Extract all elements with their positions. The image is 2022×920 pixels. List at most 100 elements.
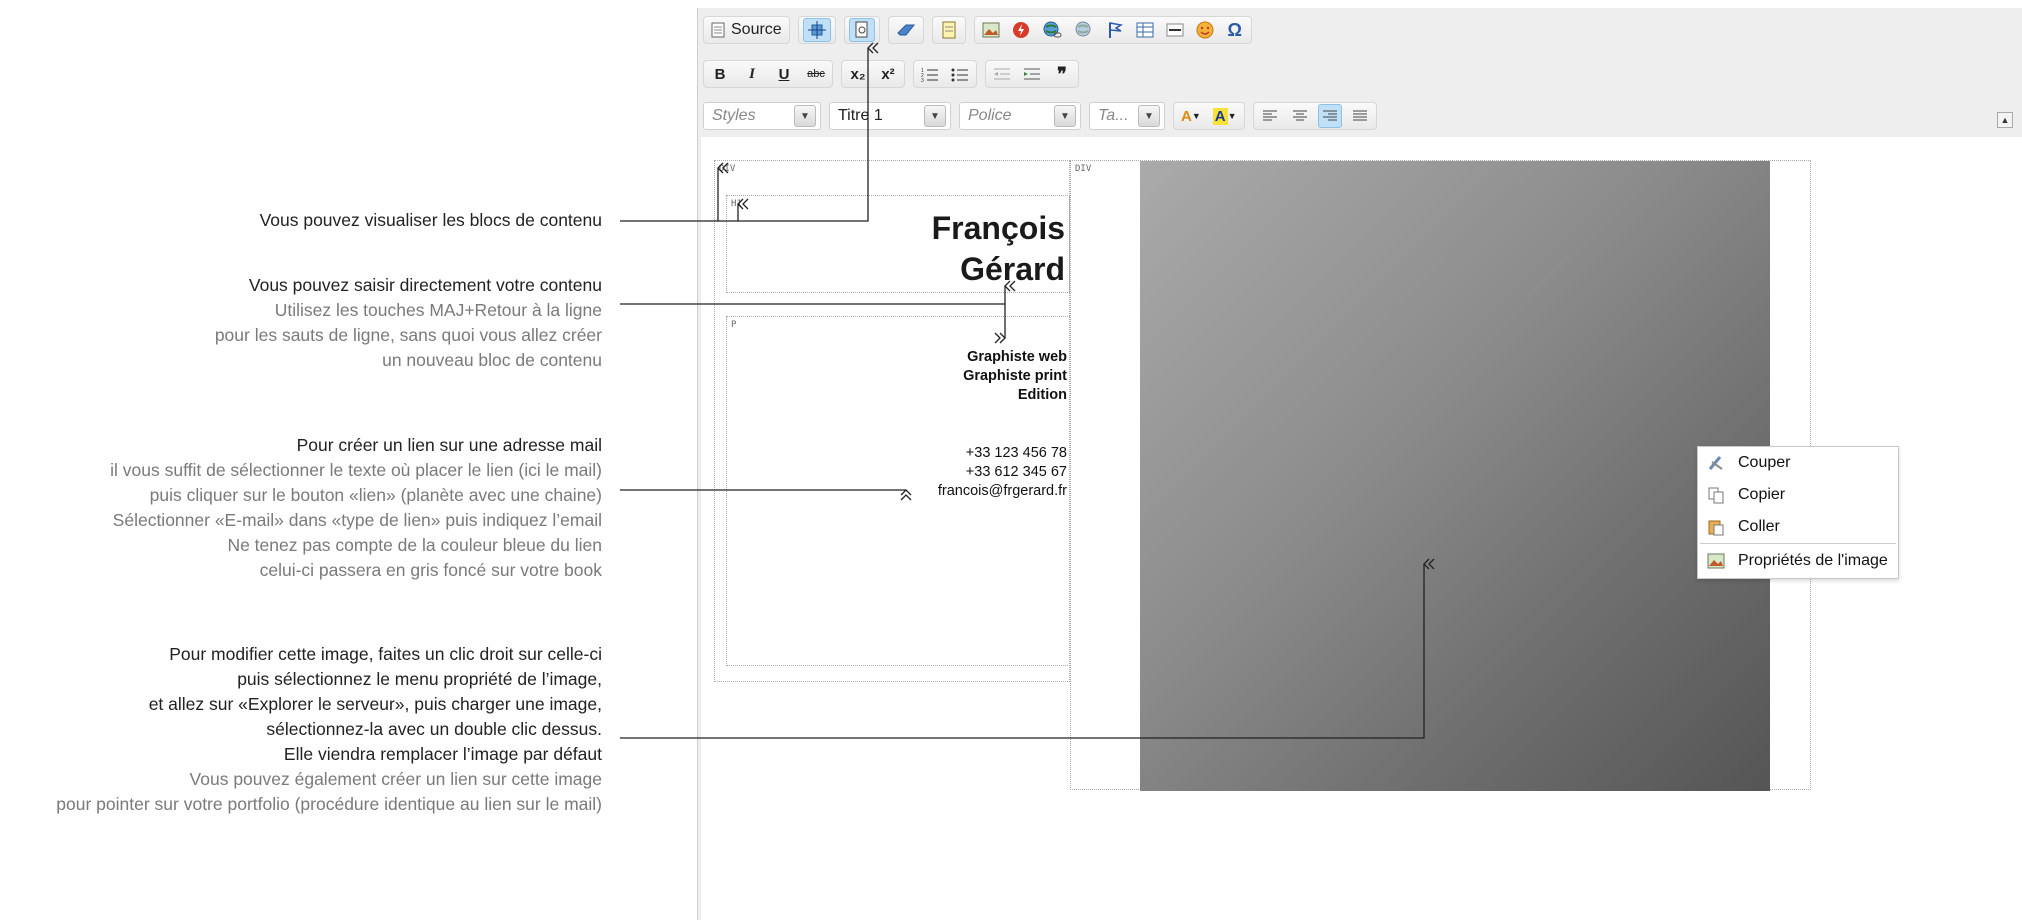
indent-button[interactable]	[1020, 62, 1044, 86]
context-menu-item-cut[interactable]: Couper	[1698, 447, 1898, 479]
show-blocks-button[interactable]	[802, 18, 831, 42]
align-right-button[interactable]	[1317, 104, 1342, 128]
block-tag: P	[731, 320, 737, 330]
heading-text[interactable]: François Gérard	[932, 208, 1065, 290]
bold-button[interactable]: B	[708, 62, 732, 86]
flash-icon	[1012, 22, 1029, 38]
bulleted-list-button[interactable]	[948, 62, 972, 86]
text-color-button[interactable]: A ▼	[1178, 104, 1204, 128]
underline-button[interactable]: U	[772, 62, 796, 86]
special-char-button[interactable]: Ω	[1223, 18, 1247, 42]
context-menu: Couper Copier Coller Propriétés de l'ima…	[1697, 446, 1899, 579]
role-line: Edition	[1017, 387, 1067, 403]
contact-text[interactable]: +33 123 456 78 +33 612 345 67 francois@f…	[938, 444, 1067, 501]
unlink-button[interactable]	[1071, 18, 1097, 42]
document-icon	[711, 22, 725, 38]
annotation-line: et allez sur «Explorer le serveur», puis…	[148, 694, 602, 714]
source-button[interactable]: Source	[708, 18, 785, 42]
annotation-line: Pour créer un lien sur une adresse mail	[296, 435, 602, 455]
table-icon	[1136, 22, 1154, 38]
superscript-button[interactable]: x²	[876, 62, 900, 86]
preview-button[interactable]	[848, 18, 875, 42]
styles-select-value: Styles	[712, 107, 756, 124]
size-select[interactable]: Ta... ▼	[1089, 102, 1165, 130]
collapse-toolbar-button[interactable]: ▲	[1997, 112, 2013, 128]
email-line[interactable]: francois@frgerard.fr	[938, 482, 1067, 501]
strike-button[interactable]: abc	[804, 62, 828, 86]
justify-button[interactable]	[1348, 104, 1372, 128]
context-menu-label: Copier	[1738, 486, 1786, 503]
templates-button[interactable]	[937, 18, 961, 42]
smiley-button[interactable]	[1193, 18, 1217, 42]
toolbar-group-colors: A ▼ A ▼	[1173, 102, 1245, 130]
toolbar-group-indent: ❞	[985, 60, 1079, 88]
role-line: Graphiste web	[967, 349, 1067, 365]
annotation-line: Utilisez les touches MAJ+Retour à la lig…	[274, 300, 602, 320]
phone-line: +33 612 345 67	[965, 464, 1067, 480]
scissors-icon	[1706, 453, 1726, 473]
dropdown-arrow-icon: ▼	[1054, 105, 1076, 127]
horizontal-rule-button[interactable]	[1163, 18, 1187, 42]
table-button[interactable]	[1133, 18, 1157, 42]
superscript-icon: x²	[881, 65, 895, 83]
paste-icon	[1706, 517, 1726, 537]
image-button[interactable]	[979, 18, 1003, 42]
toolbar-row-3: Styles ▼ Titre 1 ▼ Police ▼ Ta... ▼ A ▼ A…	[703, 100, 1385, 132]
annotation-line: pour pointer sur votre portfolio (procéd…	[56, 794, 602, 814]
bg-color-button[interactable]: A ▼	[1210, 104, 1240, 128]
annotation-line: sélectionnez-la avec un double clic dess…	[266, 719, 602, 739]
link-button[interactable]	[1039, 18, 1065, 42]
div-block-left[interactable]: DIV H1 François Gérard P Graphiste web G…	[714, 160, 1070, 682]
font-select[interactable]: Police ▼	[959, 102, 1081, 130]
context-menu-item-copy[interactable]: Copier	[1698, 479, 1898, 511]
editing-area[interactable]: DIV H1 François Gérard P Graphiste web G…	[701, 137, 2022, 920]
roles-text[interactable]: Graphiste web Graphiste print Edition	[963, 348, 1067, 405]
align-left-button[interactable]	[1258, 104, 1282, 128]
blockquote-button[interactable]: ❞	[1050, 62, 1074, 86]
annotation-line: puis sélectionnez le menu propriété de l…	[237, 669, 602, 689]
context-menu-item-image-properties[interactable]: Propriétés de l'image	[1698, 544, 1898, 578]
block-tag: DIV	[1075, 164, 1092, 174]
toolbar-group-document: Source	[703, 16, 790, 44]
p-block[interactable]: P Graphiste web Graphiste print Edition …	[726, 316, 1070, 666]
outdent-button[interactable]	[990, 62, 1014, 86]
annotation-line: Ne tenez pas compte de la couleur bleue …	[227, 535, 602, 555]
toolbar-group-preview	[843, 16, 880, 44]
context-menu-item-paste[interactable]: Coller	[1698, 511, 1898, 543]
toolbar-group-script: x₂ x²	[841, 60, 905, 88]
remove-format-button[interactable]	[893, 18, 919, 42]
format-select[interactable]: Titre 1 ▼	[829, 102, 951, 130]
annotation-line: il vous suffit de sélectionner le texte …	[110, 460, 602, 480]
bold-icon: B	[714, 65, 726, 83]
globe-unlink-icon	[1075, 21, 1091, 37]
justify-icon	[1352, 110, 1367, 121]
heading-line: François	[931, 210, 1065, 246]
anchor-button[interactable]	[1103, 18, 1127, 42]
toolbar-row-1: Source Ω	[703, 14, 1260, 46]
numbered-list-button[interactable]: 123	[918, 62, 942, 86]
flash-button[interactable]	[1009, 18, 1033, 42]
toolbar-group-basic-styles: B I U abc	[703, 60, 833, 88]
annotation-image: Pour modifier cette image, faites un cli…	[56, 642, 602, 817]
rich-text-editor: Source Ω B I U abc x₂ x² 1 2 3 ❞ Styles …	[697, 8, 2022, 920]
font-select-value: Police	[968, 107, 1012, 124]
h1-block[interactable]: H1 François Gérard	[726, 195, 1070, 293]
toolbar-group-lists: 123	[913, 60, 977, 88]
toolbar-group-clear	[887, 16, 924, 44]
context-menu-label: Coller	[1738, 518, 1780, 535]
div-block-right[interactable]: DIV Couper Copier Coller Propriétés de l…	[1070, 160, 1899, 791]
eraser-icon	[896, 24, 915, 36]
underline-icon: U	[778, 65, 790, 83]
italic-button[interactable]: I	[740, 62, 764, 86]
annotation-line: Pour modifier cette image, faites un cli…	[169, 644, 602, 664]
portfolio-image[interactable]	[1140, 161, 1770, 791]
indent-icon	[1024, 68, 1040, 80]
align-center-button[interactable]	[1288, 104, 1312, 128]
dropdown-arrow-icon: ▼	[924, 105, 946, 127]
annotation-line: Vous pouvez saisir directement votre con…	[248, 275, 602, 295]
globe-link-icon	[1043, 21, 1062, 38]
role-line: Graphiste print	[963, 368, 1067, 384]
subscript-button[interactable]: x₂	[846, 62, 870, 86]
styles-select[interactable]: Styles ▼	[703, 102, 821, 130]
annotation-line: un nouveau bloc de contenu	[382, 350, 602, 370]
